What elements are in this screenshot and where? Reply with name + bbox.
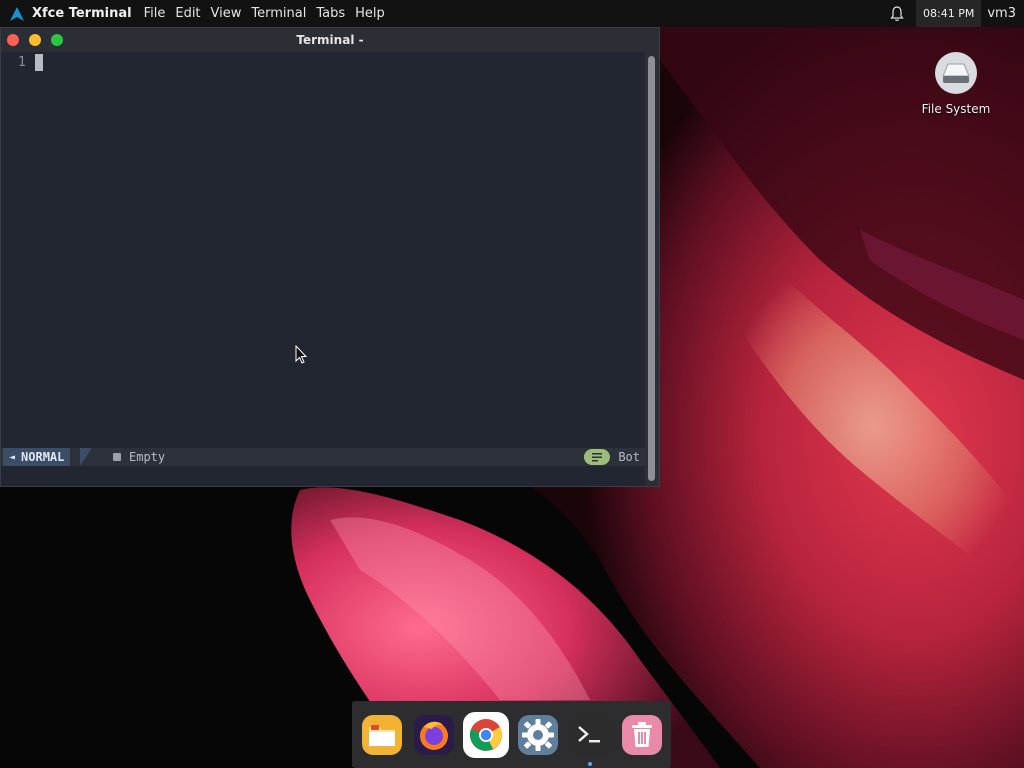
arch-logo-icon[interactable] (8, 5, 26, 23)
terminal-icon (570, 715, 610, 755)
desktop-icon-label: File System (921, 102, 991, 116)
menu-edit[interactable]: Edit (175, 6, 200, 21)
mouse-pointer-icon (295, 344, 309, 369)
panel-username[interactable]: vm3 (981, 6, 1024, 21)
vim-mode-indicator: ◄ NORMAL (3, 448, 71, 466)
dock-settings[interactable] (515, 712, 561, 758)
text-cursor (35, 54, 43, 71)
vim-mode-icon: ◄ (9, 451, 16, 463)
dock-firefox[interactable] (411, 712, 457, 758)
dock-chrome[interactable] (463, 712, 509, 758)
active-app-name[interactable]: Xfce Terminal (32, 6, 132, 21)
menu-help[interactable]: Help (355, 6, 385, 21)
buffer-name-label: Empty (129, 450, 166, 464)
menu-tabs[interactable]: Tabs (316, 6, 345, 21)
top-panel: Xfce Terminal File Edit View Terminal Ta… (0, 0, 1024, 27)
scrollbar-thumb[interactable] (648, 56, 655, 481)
chrome-icon (469, 719, 502, 751)
terminal-content[interactable]: 1 ◄ NORMAL Empty Bot (1, 52, 646, 486)
vim-statusline: ◄ NORMAL Empty Bot (1, 448, 646, 466)
settings-icon (518, 715, 558, 755)
lines-icon (584, 449, 611, 465)
drive-icon (935, 52, 977, 94)
menu-file[interactable]: File (144, 6, 166, 21)
terminal-window-title: Terminal - (296, 33, 364, 47)
buffer-name: Empty (113, 448, 165, 466)
notification-bell-icon[interactable] (882, 0, 912, 27)
document-icon (113, 453, 121, 461)
position-label: Bot (618, 450, 640, 464)
dock-trash[interactable] (619, 712, 665, 758)
firefox-icon (414, 715, 454, 755)
vim-mode-label: NORMAL (21, 450, 65, 464)
menu-terminal[interactable]: Terminal (251, 6, 306, 21)
dock-files[interactable] (359, 712, 405, 758)
dock-terminal[interactable] (567, 712, 613, 758)
files-icon (362, 715, 402, 755)
cursor-position: Bot (584, 448, 640, 466)
trash-icon (622, 715, 662, 755)
terminal-scrollbar[interactable] (645, 52, 659, 486)
mode-separator (80, 448, 92, 466)
running-indicator (588, 762, 592, 766)
menu-view[interactable]: View (211, 6, 242, 21)
terminal-window: Terminal - 1 ◄ NORMAL Empty Bot (0, 27, 660, 487)
panel-clock[interactable]: 08:41 PM (916, 0, 982, 27)
desktop-icon-file-system[interactable]: File System (914, 52, 998, 116)
dock (352, 701, 671, 768)
line-number: 1 (18, 55, 26, 70)
terminal-titlebar[interactable]: Terminal - (1, 28, 659, 52)
